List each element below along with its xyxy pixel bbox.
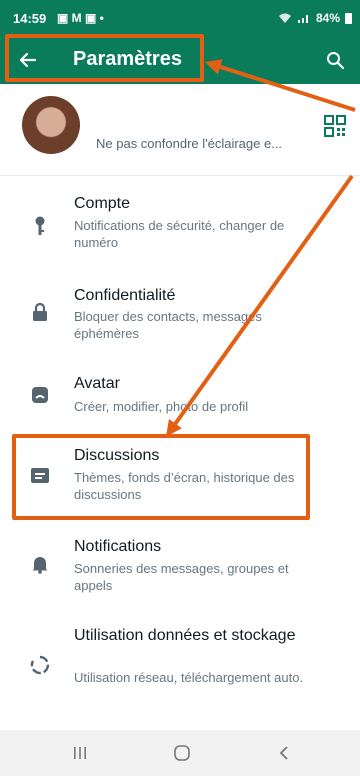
- annotation-arrows: [166, 59, 356, 437]
- annotation-arrow-to-header: [204, 59, 356, 112]
- annotation-arrow-to-discussions: [166, 174, 354, 437]
